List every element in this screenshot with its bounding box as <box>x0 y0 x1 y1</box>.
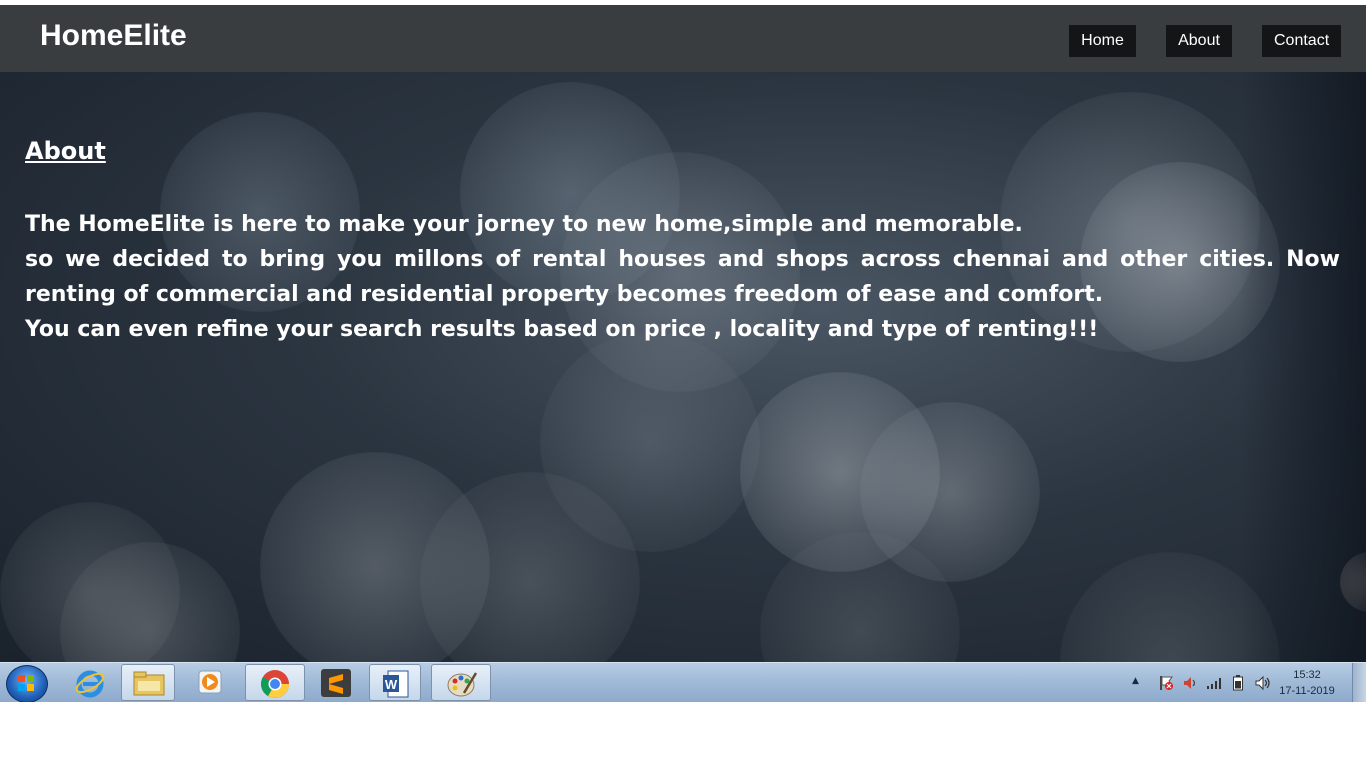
show-hidden-icons-icon[interactable]: ▲ <box>1132 676 1139 686</box>
network-icon[interactable] <box>1206 675 1224 691</box>
file-explorer-icon <box>133 671 165 696</box>
media-player-icon <box>198 670 222 694</box>
taskbar-paint[interactable] <box>431 664 491 701</box>
brand-logo[interactable]: HomeElite <box>40 19 187 53</box>
action-center-icon[interactable] <box>1158 674 1174 692</box>
nav-about-link[interactable]: About <box>1166 25 1232 57</box>
taskbar-word[interactable]: W <box>369 664 421 701</box>
hero-background: About The HomeElite is here to make your… <box>0 72 1366 662</box>
clock-date: 17-11-2019 <box>1279 685 1335 697</box>
show-desktop-button[interactable] <box>1352 663 1366 703</box>
nav-home-link[interactable]: Home <box>1069 25 1136 57</box>
taskbar-sublime-text[interactable] <box>310 664 362 701</box>
taskbar-media-player[interactable] <box>185 664 237 701</box>
windows-logo-icon <box>18 675 34 691</box>
start-button[interactable] <box>6 665 48 703</box>
about-paragraph: You can even refine your search results … <box>25 317 1099 342</box>
paint-icon <box>447 672 478 697</box>
empty-area <box>0 702 1366 768</box>
about-text: The HomeElite is here to make your jorne… <box>25 207 1340 347</box>
about-heading: About <box>25 137 106 165</box>
word-icon: W <box>383 670 409 698</box>
internet-explorer-icon <box>75 670 105 698</box>
about-paragraph: The HomeElite is here to make your jorne… <box>25 212 1023 237</box>
speaker-icon[interactable] <box>1254 675 1272 691</box>
taskbar-file-explorer[interactable] <box>121 664 175 701</box>
about-section: About The HomeElite is here to make your… <box>25 137 1340 347</box>
clock-time: 15:32 <box>1293 669 1321 681</box>
taskbar-chrome[interactable] <box>245 664 305 701</box>
about-paragraph: so we decided to bring you millons of re… <box>25 247 1340 307</box>
volume-icon[interactable] <box>1182 675 1198 691</box>
chrome-icon <box>261 670 289 698</box>
nav-contact-link[interactable]: Contact <box>1262 25 1341 57</box>
sublime-text-icon <box>321 669 351 697</box>
windows-taskbar: W ▲ 15:32 17-11-2019 <box>0 662 1366 703</box>
system-clock[interactable]: 15:32 17-11-2019 <box>1272 667 1342 699</box>
taskbar-internet-explorer[interactable] <box>64 664 116 701</box>
system-tray: ▲ 15:32 17-11-2019 <box>1126 663 1366 703</box>
navbar: HomeElite Home About Contact <box>0 5 1366 72</box>
svg-text:W: W <box>385 677 398 692</box>
battery-icon[interactable] <box>1232 674 1244 692</box>
